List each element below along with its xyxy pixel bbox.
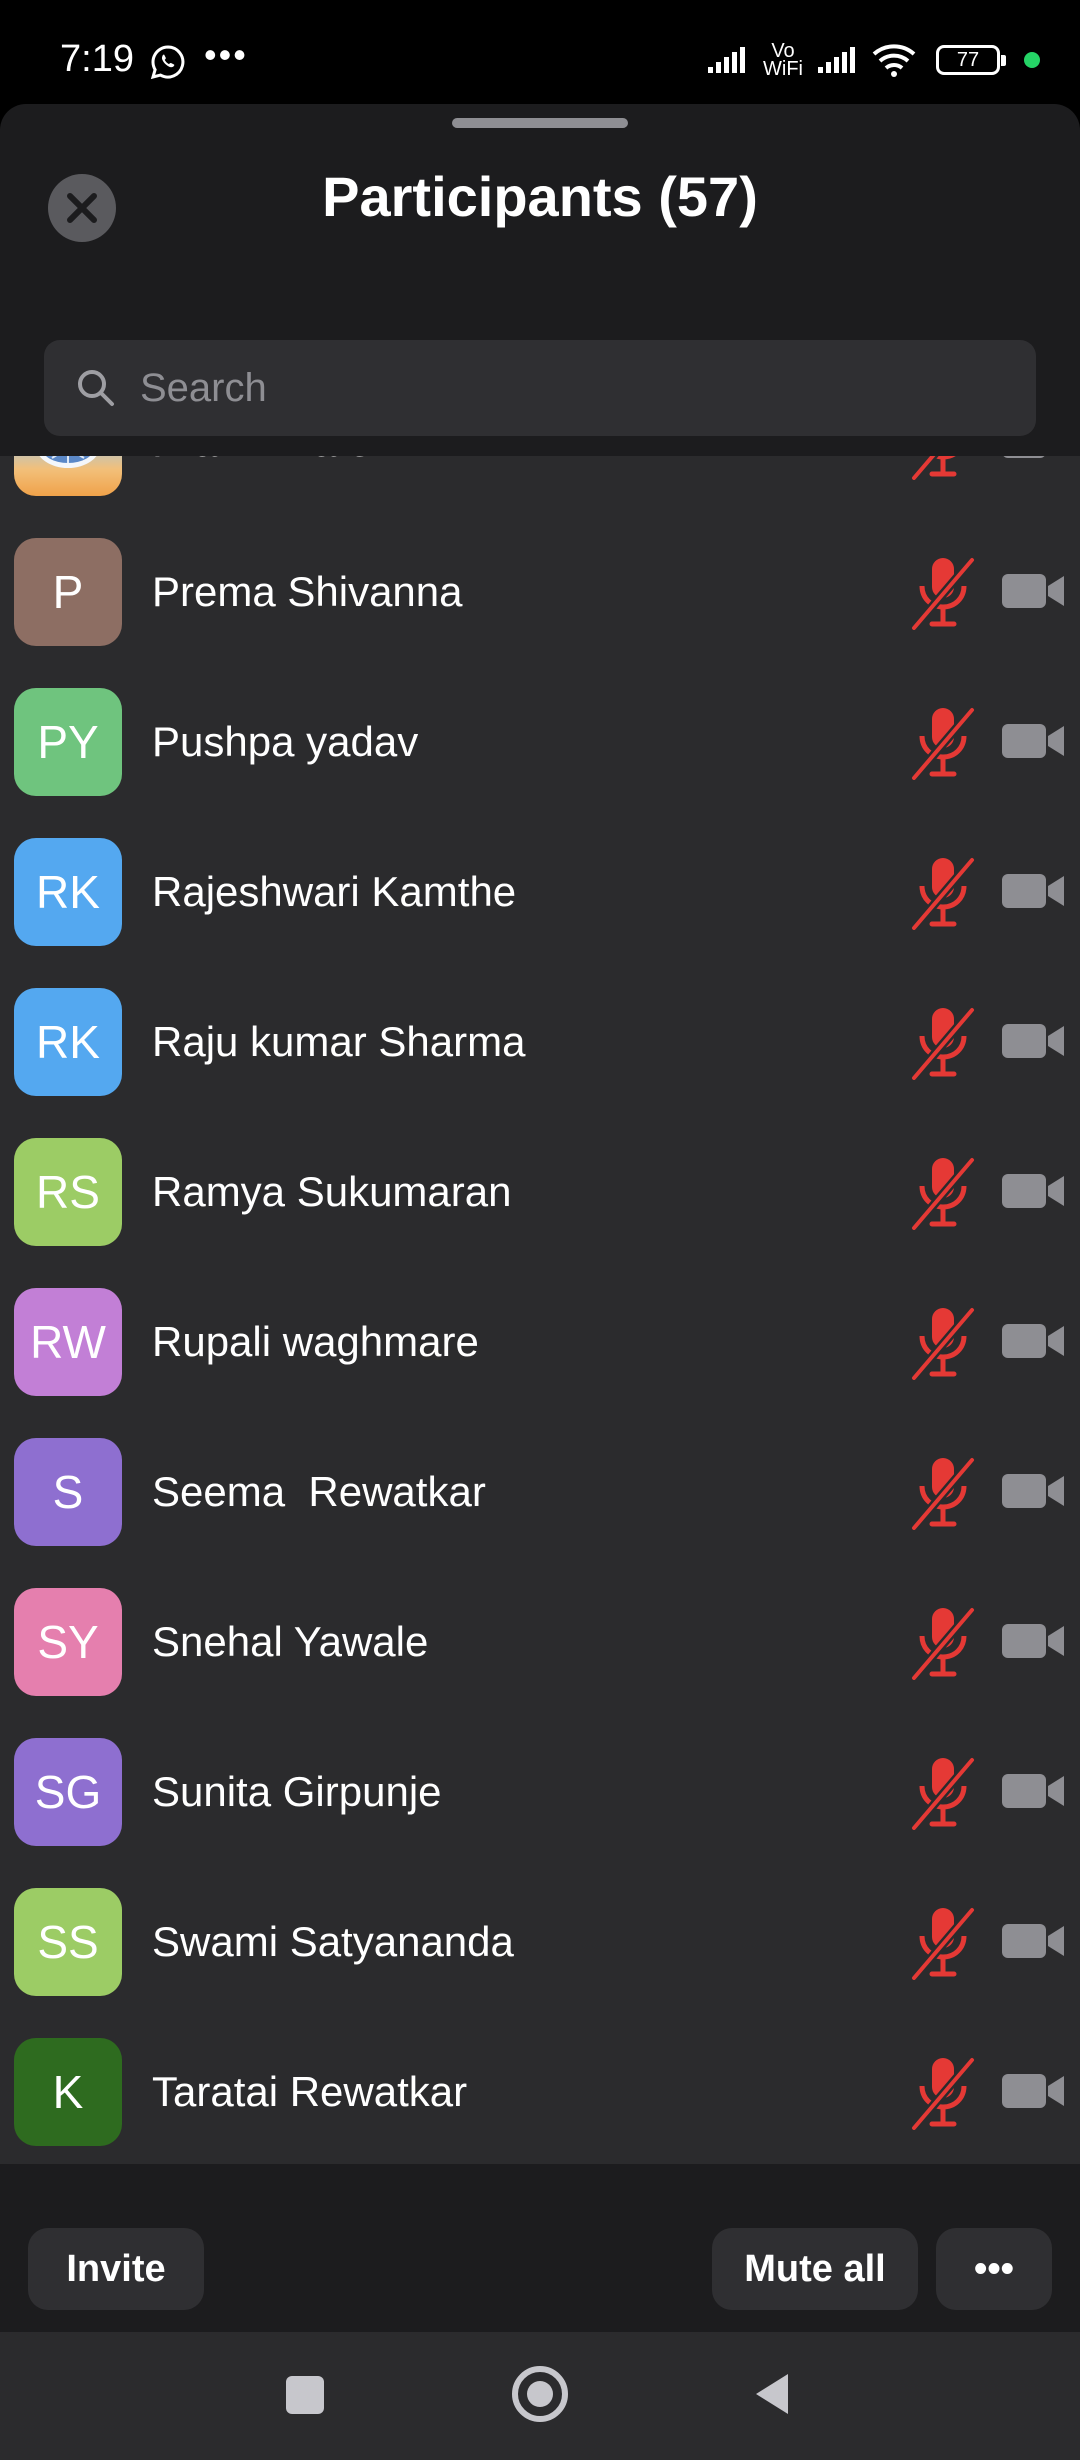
- video-off-icon[interactable]: [1000, 870, 1066, 912]
- muted-mic-icon[interactable]: [908, 1154, 978, 1230]
- search-bar[interactable]: [44, 340, 1036, 436]
- muted-mic-icon[interactable]: [908, 1004, 978, 1080]
- participant-row[interactable]: RK Rajeshwari Kamthe: [0, 800, 1080, 950]
- participant-row[interactable]: PY Pushpa yadav: [0, 650, 1080, 800]
- participant-row[interactable]: K Taratai Rewatkar: [0, 2000, 1080, 2150]
- video-off-icon[interactable]: [1000, 1920, 1066, 1962]
- video-off-icon[interactable]: [1000, 570, 1066, 612]
- participant-row[interactable]: SS Swami Satyananda: [0, 1850, 1080, 2000]
- video-off-icon[interactable]: [1000, 1770, 1066, 1812]
- video-off-icon[interactable]: [1000, 456, 1066, 462]
- avatar: SY: [14, 1588, 122, 1696]
- avatar: RK: [14, 988, 122, 1096]
- participant-row[interactable]: RS Ramya Sukumaran: [0, 1100, 1080, 1250]
- avatar: S: [14, 1438, 122, 1546]
- avatar: RK: [14, 838, 122, 946]
- invite-button[interactable]: Invite: [28, 2228, 204, 2310]
- avatar: SS: [14, 1888, 122, 1996]
- participant-list[interactable]: Pravin Dafe P Prema Shivanna: [0, 456, 1080, 2164]
- recents-icon[interactable]: [286, 2376, 324, 2414]
- muted-mic-icon[interactable]: [908, 1904, 978, 1980]
- muted-mic-icon[interactable]: [908, 704, 978, 780]
- muted-mic-icon[interactable]: [908, 1304, 978, 1380]
- signal-icon: [708, 47, 745, 73]
- profile-photo-icon: [39, 456, 97, 468]
- drag-handle[interactable]: [452, 118, 628, 128]
- back-icon[interactable]: [752, 2370, 792, 2418]
- participant-row[interactable]: SY Snehal Yawale: [0, 1550, 1080, 1700]
- battery-level: 77: [956, 48, 980, 71]
- participant-name: Pravin Dafe: [152, 456, 371, 466]
- participant-name: Prema Shivanna: [152, 568, 463, 615]
- participant-row[interactable]: P Prema Shivanna: [0, 500, 1080, 650]
- participant-row[interactable]: RW Rupali waghmare: [0, 1250, 1080, 1400]
- video-off-icon[interactable]: [1000, 1620, 1066, 1662]
- vowifi-bottom: WiFi: [763, 58, 803, 80]
- participant-name: Ramya Sukumaran: [152, 1168, 512, 1215]
- status-bar: 7:19 ••• Vo WiFi 77: [0, 0, 1080, 100]
- home-icon-dot: [527, 2381, 553, 2407]
- avatar: P: [14, 538, 122, 646]
- muted-mic-icon[interactable]: [908, 2054, 978, 2130]
- active-indicator-dot: [1024, 52, 1040, 68]
- search-icon: [78, 370, 114, 406]
- status-time: 7:19: [60, 38, 134, 80]
- whatsapp-icon: [150, 45, 185, 80]
- video-off-icon[interactable]: [1000, 1170, 1066, 1212]
- avatar: RW: [14, 1288, 122, 1396]
- muted-mic-icon[interactable]: [908, 456, 978, 480]
- signal-icon: [818, 47, 855, 73]
- muted-mic-icon[interactable]: [908, 554, 978, 630]
- avatar: [14, 456, 122, 496]
- muted-mic-icon[interactable]: [908, 1604, 978, 1680]
- participant-row[interactable]: Pravin Dafe: [0, 456, 1080, 500]
- system-nav-bar: [0, 2332, 1080, 2460]
- participant-name: Pushpa yadav: [152, 718, 419, 765]
- video-off-icon[interactable]: [1000, 1020, 1066, 1062]
- participant-name: Raju kumar Sharma: [152, 1018, 526, 1065]
- page-title: Participants (57): [322, 165, 758, 228]
- video-off-icon[interactable]: [1000, 720, 1066, 762]
- participant-name: Sunita Girpunje: [152, 1768, 442, 1815]
- home-icon[interactable]: [512, 2366, 568, 2422]
- muted-mic-icon[interactable]: [908, 854, 978, 930]
- participant-row[interactable]: RK Raju kumar Sharma: [0, 950, 1080, 1100]
- video-off-icon[interactable]: [1000, 2070, 1066, 2112]
- avatar: SG: [14, 1738, 122, 1846]
- participant-name: Snehal Yawale: [152, 1618, 429, 1665]
- participant-name: Rupali waghmare: [152, 1318, 479, 1365]
- mute-all-button[interactable]: Mute all: [712, 2228, 918, 2310]
- participant-name: Seema Rewatkar: [152, 1468, 486, 1515]
- participant-row[interactable]: SG Sunita Girpunje: [0, 1700, 1080, 1850]
- status-right-group: Vo WiFi 77: [706, 38, 1040, 82]
- video-off-icon[interactable]: [1000, 1320, 1066, 1362]
- avatar: PY: [14, 688, 122, 796]
- video-off-icon[interactable]: [1000, 1470, 1066, 1512]
- more-dots-icon: •••: [204, 34, 248, 75]
- participant-list-inner: Pravin Dafe P Prema Shivanna: [0, 456, 1080, 2150]
- participant-name: Taratai Rewatkar: [152, 2068, 468, 2115]
- avatar: K: [14, 2038, 122, 2146]
- muted-mic-icon[interactable]: [908, 1754, 978, 1830]
- screen: 7:19 ••• Vo WiFi 77 Participants (57) Se…: [0, 0, 1080, 2460]
- participant-row[interactable]: S Seema Rewatkar: [0, 1400, 1080, 1550]
- search-input[interactable]: [140, 340, 1036, 436]
- avatar: RS: [14, 1138, 122, 1246]
- vowifi-indicator: Vo WiFi: [760, 41, 806, 80]
- muted-mic-icon[interactable]: [908, 1454, 978, 1530]
- wifi-icon: [872, 44, 916, 77]
- action-bar: Invite Mute all •••: [0, 2164, 1080, 2332]
- participant-name: Rajeshwari Kamthe: [152, 868, 517, 915]
- more-options-button[interactable]: •••: [936, 2228, 1052, 2310]
- participant-name: Swami Satyananda: [152, 1918, 514, 1965]
- battery-icon: 77: [936, 45, 1006, 75]
